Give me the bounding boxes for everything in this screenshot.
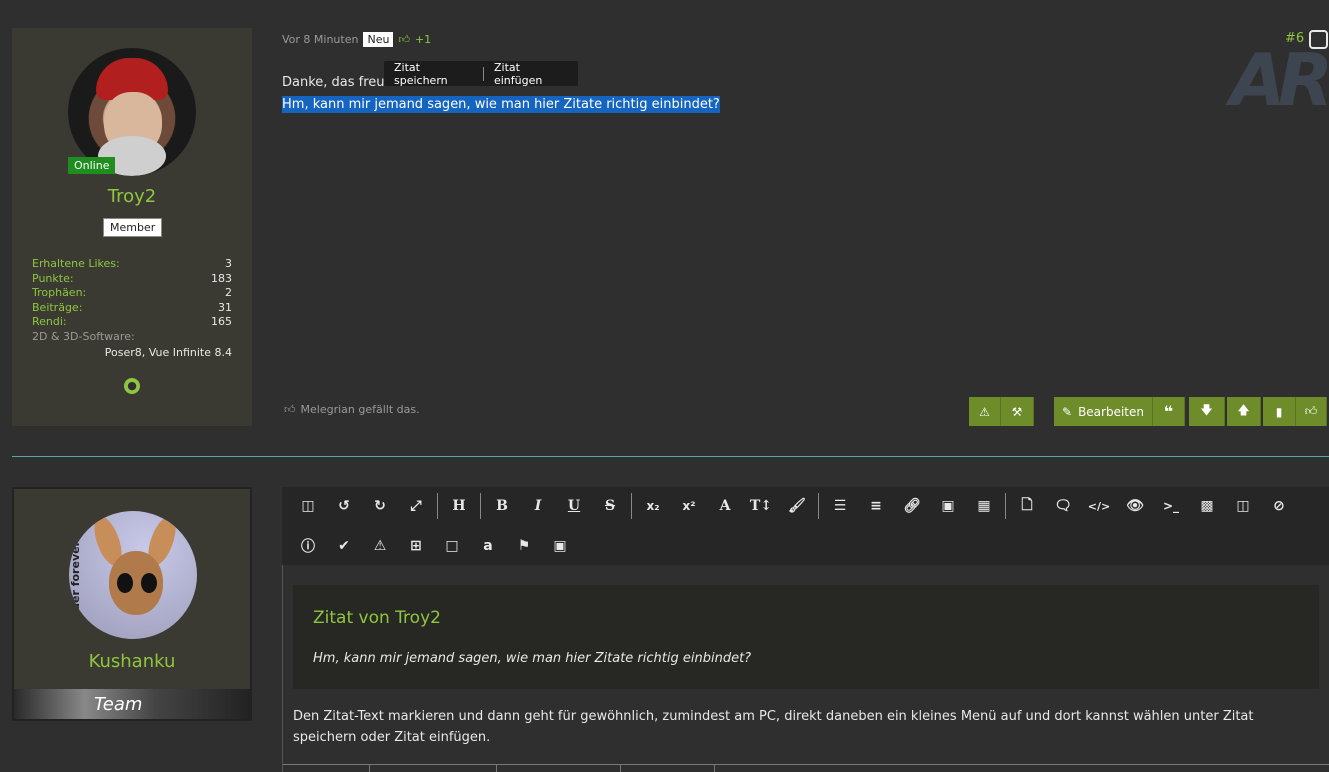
scroll-up-button[interactable]: 🡅	[1227, 397, 1261, 426]
rank-badge: Member	[103, 218, 163, 237]
team-banner: Team	[14, 689, 250, 719]
stat-posts-value: 31	[218, 300, 232, 314]
thumbs-up-icon: 👍︎	[1304, 404, 1318, 418]
gavel-icon: ⚒	[1011, 404, 1023, 419]
flag-icon[interactable]: ⚑	[506, 531, 542, 561]
new-badge: Neu	[363, 32, 394, 47]
liked-by-text[interactable]: Melegrian gefällt das.	[301, 403, 420, 416]
user-stats: Erhaltene Likes: 3 Punkte: 183 Trophäen: 2 …	[32, 257, 232, 360]
thumbs-up-icon: 👍︎	[284, 403, 296, 416]
quote-icon: ❝	[1163, 402, 1174, 421]
arrow-up-icon: 🡅	[1237, 403, 1250, 417]
post-divider	[12, 456, 1329, 457]
liked-by: 👍︎ Melegrian gefällt das.	[284, 403, 420, 416]
post-meta: Vor 8 Minuten Neu 👍︎ +1	[282, 32, 431, 47]
warning-icon[interactable]: ⚠	[362, 531, 398, 561]
code-icon[interactable]: </>	[1081, 491, 1117, 521]
arrow-down-icon: 🡇	[1200, 403, 1213, 417]
post-text-selected: Hm, kann mir jemand sagen, wie man hier …	[282, 96, 720, 113]
insert-quote-button[interactable]: Zitat einfügen	[484, 61, 578, 87]
username[interactable]: Kushanku	[14, 651, 250, 672]
stat-likes-label[interactable]: Erhaltene Likes:	[32, 257, 120, 272]
image-icon[interactable]: ▣	[930, 491, 966, 521]
moderation-buttons: ⚠ ⚒	[969, 397, 1034, 426]
stat-posts-label[interactable]: Beiträge:	[32, 301, 82, 316]
align-icon[interactable]: ≡	[858, 491, 894, 521]
quote-block	[293, 585, 1319, 689]
stat-points-value: 183	[211, 271, 232, 285]
moderate-button[interactable]: ⚒	[1001, 397, 1034, 426]
stat-likes-value: 3	[225, 257, 232, 270]
file-icon[interactable]: 🗋︎	[1009, 491, 1045, 521]
spoiler-icon[interactable]: 👁︎	[1117, 491, 1153, 521]
avatar-text: Render forever	[69, 541, 82, 635]
globe-icon[interactable]: ●	[124, 378, 140, 394]
online-badge: Online	[68, 157, 116, 174]
edit-button[interactable]: ✎ Bearbeiten	[1054, 397, 1153, 426]
subscript-icon[interactable]: x₂	[635, 491, 671, 521]
undo-icon[interactable]: ↺	[326, 491, 362, 521]
block-icon[interactable]: ⊘	[1261, 491, 1297, 521]
avatar[interactable]: Render forever	[69, 511, 197, 639]
link-icon[interactable]: 🔗︎	[894, 491, 930, 521]
comment-icon[interactable]: 🗨︎	[1045, 491, 1081, 521]
plus-box-icon[interactable]: ⊞	[398, 531, 434, 561]
bookmark-icon: ▮	[1275, 404, 1283, 419]
info-icon[interactable]: ⓘ	[290, 531, 326, 561]
username[interactable]: Troy2	[12, 186, 252, 207]
square-icon[interactable]: □	[434, 531, 470, 561]
bold-icon[interactable]: B	[484, 491, 520, 521]
quote-popup-menu: Zitat speichern Zitat einfügen	[384, 61, 578, 87]
list-icon[interactable]: ☰	[822, 491, 858, 521]
scroll-down-button[interactable]: 🡇	[1189, 397, 1225, 426]
fullscreen-icon[interactable]: ⤢	[398, 491, 434, 521]
quote-button[interactable]: ❝	[1153, 397, 1185, 426]
quote-title[interactable]: Zitat von Troy2	[313, 608, 441, 628]
redo-icon[interactable]: ↻	[362, 491, 398, 521]
post-time[interactable]: Vor 8 Minuten	[282, 33, 358, 46]
like-count[interactable]: +1	[415, 33, 431, 46]
post-action-buttons: ✎ Bearbeiten ❝ 🡇 🡅 ▮ 👍︎	[1054, 397, 1327, 426]
like-button[interactable]: 👍︎	[1296, 397, 1327, 426]
check-circle-icon[interactable]: ✔	[326, 531, 362, 561]
edit-label: Bearbeiten	[1078, 404, 1144, 419]
superscript-icon[interactable]: x²	[671, 491, 707, 521]
layout-icon[interactable]: ◫	[1225, 491, 1261, 521]
stat-points-label[interactable]: Punkte:	[32, 272, 74, 287]
watermark-logo: AR	[1230, 38, 1329, 122]
warning-icon: ⚠	[979, 404, 990, 419]
underline-icon[interactable]: U	[556, 491, 592, 521]
bookmark-button[interactable]: ▮	[1263, 397, 1296, 426]
strikethrough-icon[interactable]: S	[592, 491, 628, 521]
brush-icon[interactable]: 🖌︎	[779, 491, 815, 521]
font-icon[interactable]: A	[707, 491, 743, 521]
gallery-icon[interactable]: ▣	[542, 531, 578, 561]
font-size-icon[interactable]: T↕	[743, 491, 779, 521]
italic-icon[interactable]: I	[520, 491, 556, 521]
quote-text: Hm, kann mir jemand sagen, wie man hier …	[313, 651, 752, 666]
pencil-icon: ✎	[1062, 404, 1073, 419]
stat-rendi-label[interactable]: Rendi:	[32, 315, 67, 330]
terminal-icon[interactable]: >_	[1153, 491, 1189, 521]
stat-trophies-value: 2	[225, 286, 232, 300]
source-code-icon[interactable]: ◫	[290, 491, 326, 521]
reply-text: Den Zitat-Text markieren und dann geht f…	[293, 709, 1254, 745]
amazon-icon[interactable]: a	[470, 531, 506, 561]
software-value: Poser8, Vue Infinite 8.4	[104, 345, 232, 359]
stat-trophies-label[interactable]: Trophäen:	[32, 286, 86, 301]
heading-icon[interactable]: H	[441, 491, 477, 521]
media-icon[interactable]: ▩	[1189, 491, 1225, 521]
stat-rendi-value: 165	[211, 315, 232, 329]
report-button[interactable]: ⚠	[969, 397, 1001, 426]
editor-toolbar: ◫ ↺ ↻ ⤢ H B I U S x₂ x² A T↕ 🖌︎ ☰ ≡ 🔗︎ ▣…	[282, 487, 1329, 565]
team-label: Team	[94, 693, 143, 715]
save-quote-button[interactable]: Zitat speichern	[384, 61, 483, 87]
software-label: 2D & 3D-Software:	[32, 329, 135, 343]
post2-user-panel: Render forever Kushanku Team	[12, 487, 252, 721]
table-icon[interactable]: ▦	[966, 491, 1002, 521]
editor-table[interactable]	[283, 764, 1329, 772]
thumbs-up-icon[interactable]: 👍︎	[398, 33, 410, 46]
post1-user-panel: Online Troy2 Member Erhaltene Likes: 3 Pu…	[12, 28, 252, 426]
